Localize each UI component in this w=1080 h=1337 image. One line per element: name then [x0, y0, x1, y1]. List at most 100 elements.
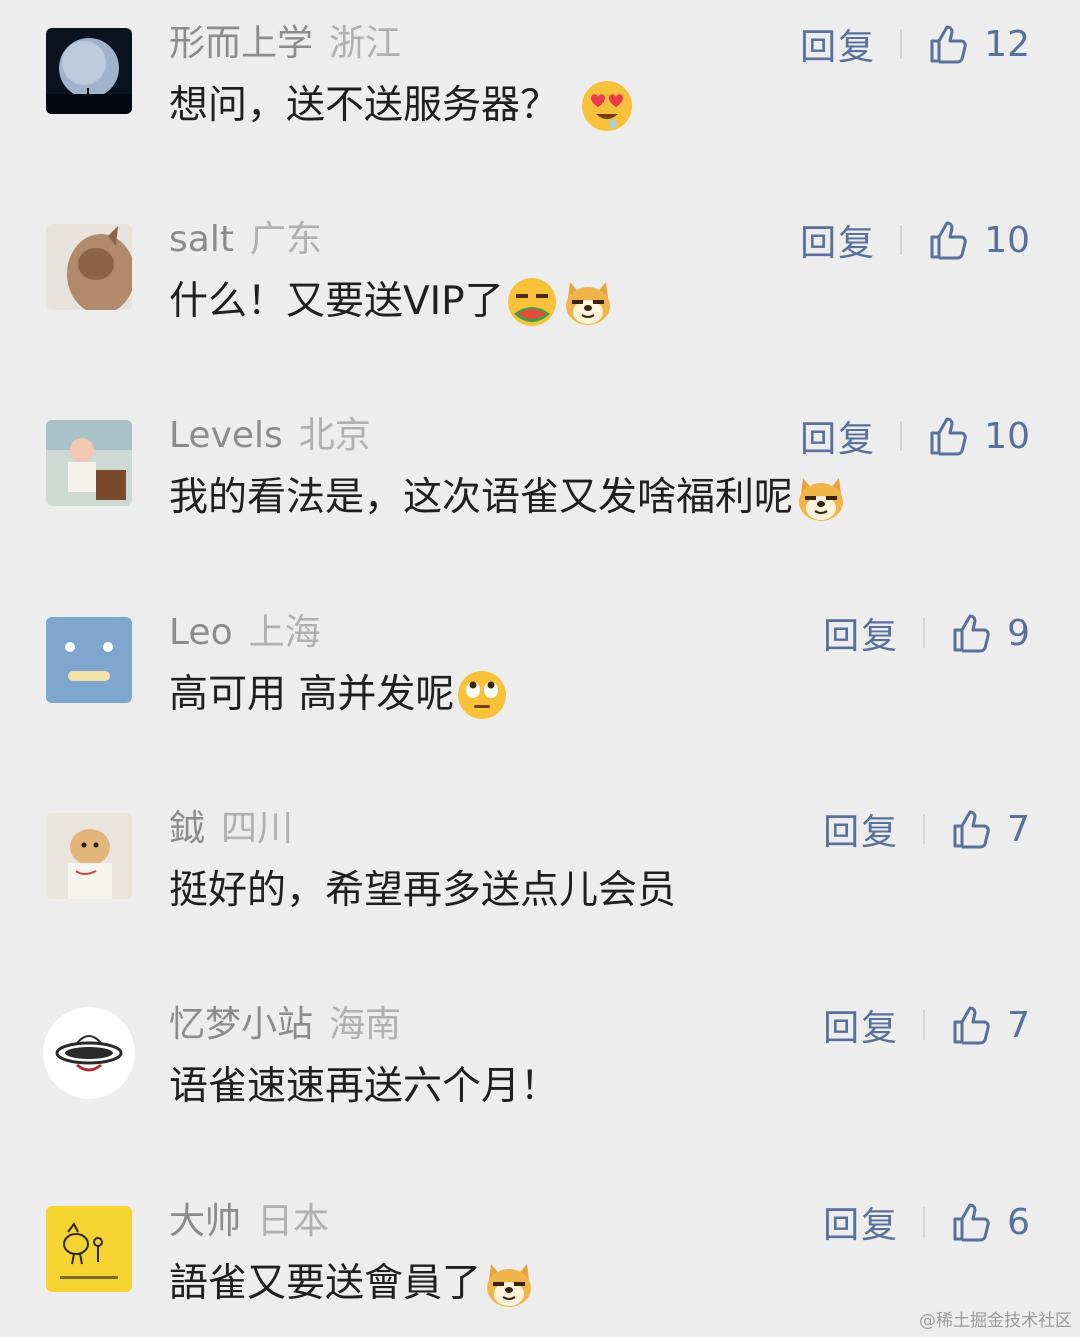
comment-meta: 鉞四川: [169, 803, 293, 855]
comment-actions: 回复 12: [800, 18, 1030, 70]
username[interactable]: 大帅: [169, 1201, 241, 1242]
reply-button[interactable]: 回复: [823, 1196, 899, 1248]
username[interactable]: salt: [169, 219, 234, 260]
thumbs-up-icon: [951, 1201, 993, 1243]
thumbs-up-icon: [951, 808, 993, 850]
watermark: @稀土掘金技术社区: [919, 1311, 1072, 1331]
avatar[interactable]: [46, 28, 132, 114]
comment-meta: 忆梦小站 海南: [169, 999, 401, 1051]
comment-actions: 回复 6: [823, 1196, 1030, 1248]
reply-button[interactable]: 回复: [800, 18, 876, 70]
cat-avatar-icon: [46, 224, 132, 310]
like-button[interactable]: 6: [951, 1201, 1030, 1243]
like-button[interactable]: 7: [951, 808, 1030, 850]
comment-text: 语雀速速再送六个月！: [169, 1057, 559, 1117]
location: 浙江: [329, 23, 402, 64]
location: 广东: [249, 219, 322, 260]
comment-body: 挺好的，希望再多送点儿会员: [169, 868, 677, 913]
puppy-avatar-icon: [46, 813, 132, 899]
like-button[interactable]: 7: [951, 1004, 1030, 1046]
like-count: 12: [984, 23, 1030, 65]
divider: [900, 29, 903, 59]
comment-item: salt 广东 回复 10 什么！又要送VIP了: [0, 196, 1080, 392]
username[interactable]: 忆梦小站: [169, 1004, 313, 1045]
like-count: 7: [1007, 808, 1030, 850]
thumbs-up-icon: [928, 415, 970, 457]
like-count: 6: [1007, 1201, 1030, 1243]
comment-meta: 形而上学 浙江: [169, 18, 401, 70]
reply-button[interactable]: 回复: [823, 607, 899, 659]
comment-item: Levels 北京 回复 10 我的看法是，这次语雀又发啥福利呢: [0, 392, 1080, 588]
heart-eyes-emoji-icon: [579, 78, 635, 134]
comment-body: 高可用 高并发呢: [169, 672, 455, 717]
blue-face-avatar-icon: [46, 617, 132, 703]
like-count: 10: [984, 415, 1030, 457]
comment-body: 语雀速速再送六个月！: [169, 1064, 560, 1109]
comment-meta: Leo 上海: [169, 607, 321, 659]
thumbs-up-icon: [928, 23, 970, 65]
like-button[interactable]: 12: [928, 23, 1030, 65]
divider: [923, 814, 926, 844]
avatar[interactable]: [46, 420, 132, 506]
comment-item: 大帅 日本 回复 6 語雀又要送會員了: [0, 1178, 1080, 1337]
username[interactable]: Leo: [169, 612, 233, 653]
thumbs-up-icon: [951, 1004, 993, 1046]
comment-text: 高可用 高并发呢: [169, 665, 510, 725]
divider: [923, 1207, 926, 1237]
avatar[interactable]: [46, 224, 132, 310]
location: 海南: [329, 1004, 402, 1045]
eating-melon-emoji-icon: [504, 274, 560, 330]
avatar[interactable]: [46, 1206, 132, 1292]
username[interactable]: 鉞: [169, 808, 205, 849]
divider: [900, 421, 903, 451]
thumbs-up-icon: [951, 612, 993, 654]
comment-body: 語雀又要送會員了: [169, 1261, 482, 1306]
comment-text: 挺好的，希望再多送点儿会员: [169, 861, 676, 921]
doge-emoji-icon: [560, 274, 616, 330]
comment-text: 想问，送不送服务器？: [169, 76, 635, 136]
reply-button[interactable]: 回复: [823, 803, 899, 855]
location: 日本: [257, 1201, 330, 1242]
yellow-bird-avatar-icon: [46, 1206, 132, 1292]
divider: [923, 618, 926, 648]
location: 北京: [298, 415, 371, 456]
divider: [923, 1010, 926, 1040]
comment-actions: 回复 9: [823, 607, 1030, 659]
like-count: 9: [1007, 612, 1030, 654]
logo-avatar-icon: [43, 1007, 135, 1099]
comment-body: 什么！又要送VIP了: [169, 279, 504, 324]
like-button[interactable]: 10: [928, 415, 1030, 457]
eye-roll-emoji-icon: [454, 667, 510, 723]
comment-text: 我的看法是，这次语雀又发啥福利呢: [169, 468, 849, 528]
thumbs-up-icon: [928, 219, 970, 261]
comment-list: 形而上学 浙江 回复 12 想问，送不送服务器？ salt 广东 回复 10 什…: [0, 0, 1080, 1337]
doge-emoji-icon: [793, 470, 849, 526]
comment-text: 什么！又要送VIP了: [169, 272, 616, 332]
comment-meta: Levels 北京: [169, 410, 371, 462]
avatar[interactable]: [46, 813, 132, 899]
comment-item: 鉞四川 回复 7 挺好的，希望再多送点儿会员: [0, 785, 1080, 981]
child-photo-avatar-icon: [46, 420, 132, 506]
like-count: 7: [1007, 1004, 1030, 1046]
comment-actions: 回复 7: [823, 803, 1030, 855]
comment-text: 語雀又要送會員了: [169, 1254, 537, 1314]
comment-item: 形而上学 浙江 回复 12 想问，送不送服务器？: [0, 0, 1080, 196]
avatar[interactable]: [43, 1007, 135, 1099]
comment-actions: 回复 10: [800, 410, 1030, 462]
doge-emoji-icon: [481, 1256, 537, 1312]
comment-meta: salt 广东: [169, 214, 322, 266]
reply-button[interactable]: 回复: [800, 214, 876, 266]
like-button[interactable]: 9: [951, 612, 1030, 654]
avatar[interactable]: [46, 617, 132, 703]
comment-actions: 回复 10: [800, 214, 1030, 266]
divider: [900, 225, 903, 255]
reply-button[interactable]: 回复: [800, 410, 876, 462]
comment-meta: 大帅 日本: [169, 1196, 329, 1248]
earth-avatar-icon: [46, 28, 132, 114]
reply-button[interactable]: 回复: [823, 999, 899, 1051]
like-button[interactable]: 10: [928, 219, 1030, 261]
like-count: 10: [984, 219, 1030, 261]
username[interactable]: 形而上学: [169, 23, 313, 64]
username[interactable]: Levels: [169, 415, 283, 456]
location: 上海: [248, 612, 321, 653]
